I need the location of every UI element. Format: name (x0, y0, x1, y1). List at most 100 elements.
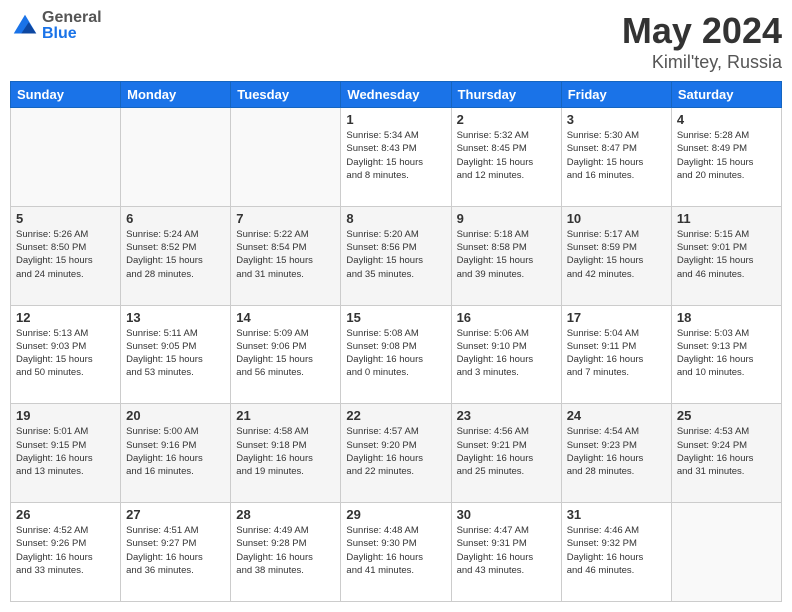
day-info: Sunrise: 5:22 AM Sunset: 8:54 PM Dayligh… (236, 228, 335, 281)
table-row: 13 Sunrise: 5:11 AM Sunset: 9:05 PM Dayli… (121, 305, 231, 404)
day-number: 22 (346, 408, 445, 423)
logo-icon (10, 11, 40, 41)
day-number: 17 (567, 310, 666, 325)
header-saturday: Saturday (671, 82, 781, 108)
table-row: 20Sunrise: 5:00 AM Sunset: 9:16 PM Dayli… (121, 404, 231, 503)
table-row: 22 Sunrise: 4:57 AM Sunset: 9:20 PM Dayli… (341, 404, 451, 503)
day-info: Sunrise: 4:46 AM Sunset: 9:32 PM Dayligh… (567, 524, 666, 577)
header-sunday: Sunday (11, 82, 121, 108)
table-row: 31 Sunrise: 4:46 AM Sunset: 9:32 PM Dayli… (561, 503, 671, 602)
table-row: 17 Sunrise: 5:04 AM Sunset: 9:11 PM Dayli… (561, 305, 671, 404)
header-thursday: Thursday (451, 82, 561, 108)
day-info: Sunrise: 5:24 AM Sunset: 8:52 PM Dayligh… (126, 228, 225, 281)
day-info: Sunrise: 4:52 AM Sunset: 9:26 PM Dayligh… (16, 524, 115, 577)
day-info: Sunrise: 5:13 AM Sunset: 9:03 PM Dayligh… (16, 327, 115, 380)
day-number: 14 (236, 310, 335, 325)
day-number: 24 (567, 408, 666, 423)
day-info: Sunrise: 5:28 AM Sunset: 8:49 PM Dayligh… (677, 129, 776, 182)
day-number: 25 (677, 408, 776, 423)
calendar-week-row: 12 Sunrise: 5:13 AM Sunset: 9:03 PM Dayli… (11, 305, 782, 404)
table-row: 15 Sunrise: 5:08 AM Sunset: 9:08 PM Dayli… (341, 305, 451, 404)
table-row (11, 108, 121, 207)
calendar-week-row: 1Sunrise: 5:34 AM Sunset: 8:43 PM Daylig… (11, 108, 782, 207)
table-row: 19Sunrise: 5:01 AM Sunset: 9:15 PM Dayli… (11, 404, 121, 503)
day-info: Sunrise: 5:17 AM Sunset: 8:59 PM Dayligh… (567, 228, 666, 281)
day-info: Sunrise: 4:49 AM Sunset: 9:28 PM Dayligh… (236, 524, 335, 577)
day-info: Sunrise: 5:03 AM Sunset: 9:13 PM Dayligh… (677, 327, 776, 380)
table-row: 24 Sunrise: 4:54 AM Sunset: 9:23 PM Dayli… (561, 404, 671, 503)
table-row: 7 Sunrise: 5:22 AM Sunset: 8:54 PM Daylig… (231, 206, 341, 305)
table-row: 11 Sunrise: 5:15 AM Sunset: 9:01 PM Dayli… (671, 206, 781, 305)
day-number: 5 (16, 211, 115, 226)
day-info: Sunrise: 5:20 AM Sunset: 8:56 PM Dayligh… (346, 228, 445, 281)
table-row: 3Sunrise: 5:30 AM Sunset: 8:47 PM Daylig… (561, 108, 671, 207)
header-monday: Monday (121, 82, 231, 108)
table-row: 29Sunrise: 4:48 AM Sunset: 9:30 PM Dayli… (341, 503, 451, 602)
calendar-week-row: 19Sunrise: 5:01 AM Sunset: 9:15 PM Dayli… (11, 404, 782, 503)
table-row: 25 Sunrise: 4:53 AM Sunset: 9:24 PM Dayli… (671, 404, 781, 503)
day-number: 2 (457, 112, 556, 127)
table-row: 6 Sunrise: 5:24 AM Sunset: 8:52 PM Daylig… (121, 206, 231, 305)
day-number: 30 (457, 507, 556, 522)
day-info: Sunrise: 5:30 AM Sunset: 8:47 PM Dayligh… (567, 129, 666, 182)
logo: General Blue (10, 10, 102, 42)
table-row: 26 Sunrise: 4:52 AM Sunset: 9:26 PM Dayli… (11, 503, 121, 602)
table-row: 28Sunrise: 4:49 AM Sunset: 9:28 PM Dayli… (231, 503, 341, 602)
table-row: 27Sunrise: 4:51 AM Sunset: 9:27 PM Dayli… (121, 503, 231, 602)
table-row: 8 Sunrise: 5:20 AM Sunset: 8:56 PM Daylig… (341, 206, 451, 305)
day-info: Sunrise: 5:18 AM Sunset: 8:58 PM Dayligh… (457, 228, 556, 281)
header: General Blue May 2024 Kimil'tey, Russia (10, 10, 782, 73)
calendar-table: Sunday Monday Tuesday Wednesday Thursday… (10, 81, 782, 602)
day-number: 12 (16, 310, 115, 325)
day-number: 4 (677, 112, 776, 127)
day-number: 10 (567, 211, 666, 226)
day-number: 13 (126, 310, 225, 325)
day-info: Sunrise: 5:04 AM Sunset: 9:11 PM Dayligh… (567, 327, 666, 380)
day-info: Sunrise: 5:09 AM Sunset: 9:06 PM Dayligh… (236, 327, 335, 380)
day-info: Sunrise: 5:08 AM Sunset: 9:08 PM Dayligh… (346, 327, 445, 380)
calendar-week-row: 26 Sunrise: 4:52 AM Sunset: 9:26 PM Dayli… (11, 503, 782, 602)
subtitle: Kimil'tey, Russia (622, 52, 782, 73)
day-info: Sunrise: 5:11 AM Sunset: 9:05 PM Dayligh… (126, 327, 225, 380)
day-info: Sunrise: 4:51 AM Sunset: 9:27 PM Dayligh… (126, 524, 225, 577)
day-number: 6 (126, 211, 225, 226)
day-info: Sunrise: 4:53 AM Sunset: 9:24 PM Dayligh… (677, 425, 776, 478)
day-info: Sunrise: 4:48 AM Sunset: 9:30 PM Dayligh… (346, 524, 445, 577)
table-row: 5 Sunrise: 5:26 AM Sunset: 8:50 PM Daylig… (11, 206, 121, 305)
day-info: Sunrise: 5:26 AM Sunset: 8:50 PM Dayligh… (16, 228, 115, 281)
day-number: 1 (346, 112, 445, 127)
table-row: 30Sunrise: 4:47 AM Sunset: 9:31 PM Dayli… (451, 503, 561, 602)
table-row: 10 Sunrise: 5:17 AM Sunset: 8:59 PM Dayli… (561, 206, 671, 305)
day-number: 23 (457, 408, 556, 423)
header-tuesday: Tuesday (231, 82, 341, 108)
day-info: Sunrise: 5:01 AM Sunset: 9:15 PM Dayligh… (16, 425, 115, 478)
calendar-week-row: 5 Sunrise: 5:26 AM Sunset: 8:50 PM Daylig… (11, 206, 782, 305)
day-number: 11 (677, 211, 776, 226)
day-number: 8 (346, 211, 445, 226)
table-row: 14 Sunrise: 5:09 AM Sunset: 9:06 PM Dayli… (231, 305, 341, 404)
weekday-header-row: Sunday Monday Tuesday Wednesday Thursday… (11, 82, 782, 108)
day-number: 15 (346, 310, 445, 325)
day-info: Sunrise: 4:57 AM Sunset: 9:20 PM Dayligh… (346, 425, 445, 478)
header-friday: Friday (561, 82, 671, 108)
table-row: 18Sunrise: 5:03 AM Sunset: 9:13 PM Dayli… (671, 305, 781, 404)
page: General Blue May 2024 Kimil'tey, Russia … (0, 0, 792, 612)
day-info: Sunrise: 4:54 AM Sunset: 9:23 PM Dayligh… (567, 425, 666, 478)
day-info: Sunrise: 5:32 AM Sunset: 8:45 PM Dayligh… (457, 129, 556, 182)
logo-blue: Blue (42, 26, 77, 42)
day-info: Sunrise: 5:06 AM Sunset: 9:10 PM Dayligh… (457, 327, 556, 380)
table-row: 21 Sunrise: 4:58 AM Sunset: 9:18 PM Dayli… (231, 404, 341, 503)
table-row: 16Sunrise: 5:06 AM Sunset: 9:10 PM Dayli… (451, 305, 561, 404)
day-number: 21 (236, 408, 335, 423)
day-number: 20 (126, 408, 225, 423)
logo-general: General (42, 10, 102, 26)
table-row: 23Sunrise: 4:56 AM Sunset: 9:21 PM Dayli… (451, 404, 561, 503)
day-number: 7 (236, 211, 335, 226)
table-row (121, 108, 231, 207)
day-number: 31 (567, 507, 666, 522)
day-info: Sunrise: 5:15 AM Sunset: 9:01 PM Dayligh… (677, 228, 776, 281)
table-row (671, 503, 781, 602)
table-row: 4 Sunrise: 5:28 AM Sunset: 8:49 PM Daylig… (671, 108, 781, 207)
day-number: 26 (16, 507, 115, 522)
day-info: Sunrise: 4:58 AM Sunset: 9:18 PM Dayligh… (236, 425, 335, 478)
